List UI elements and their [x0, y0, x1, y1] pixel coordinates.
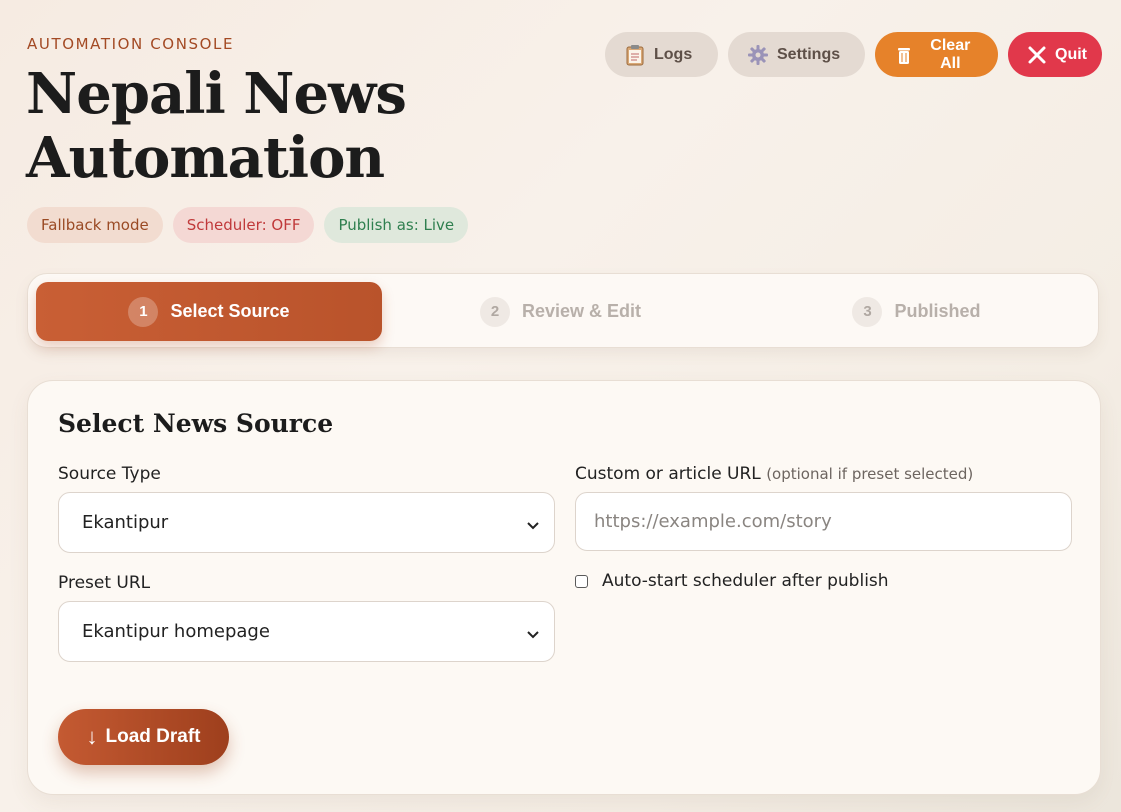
fallback-mode-badge: Fallback mode: [27, 207, 163, 243]
close-icon: [1027, 44, 1047, 66]
custom-url-hint: (optional if preset selected): [766, 465, 974, 483]
source-type-value: Ekantipur: [82, 512, 169, 533]
source-type-select[interactable]: Ekantipur: [58, 492, 555, 553]
clear-all-label: Clear All: [930, 36, 971, 72]
step-label: Review & Edit: [521, 301, 642, 321]
source-type-label: Source Type: [58, 464, 161, 484]
load-draft-label: Load Draft: [105, 726, 201, 747]
custom-url-label-text: Custom or article URL: [575, 464, 761, 484]
arrow-down-icon: ↓: [86, 724, 98, 749]
logs-button[interactable]: Logs: [605, 32, 718, 77]
publish-mode-badge: Publish as: Live: [324, 207, 469, 243]
preset-url-label: Preset URL: [58, 573, 151, 593]
auto-start-label: Auto-start scheduler after publish: [602, 571, 889, 591]
top-actions: Logs Settings Clear All Quit: [605, 32, 1102, 77]
quit-label: Quit: [1055, 45, 1087, 63]
quit-button[interactable]: Quit: [1008, 32, 1102, 77]
auto-start-checkbox[interactable]: [575, 574, 588, 588]
step-label: Select Source: [170, 301, 290, 321]
auto-start-row: Auto-start scheduler after publish: [575, 571, 889, 591]
page-title-line-1: Nepali News: [26, 61, 407, 127]
workflow-stepper: 1 Select Source 2 Review & Edit 3 Publis…: [27, 273, 1099, 348]
source-form-card: Select News Source Source Type Ekantipur…: [27, 380, 1101, 795]
trash-icon: [894, 44, 914, 66]
status-badges: Fallback mode Scheduler: OFF Publish as:…: [27, 207, 469, 243]
step-number: 3: [852, 296, 883, 327]
settings-button[interactable]: Settings: [728, 32, 865, 77]
scheduler-status-badge: Scheduler: OFF: [172, 207, 315, 243]
preset-url-select[interactable]: Ekantipur homepage: [58, 601, 555, 662]
logs-label: Logs: [654, 45, 693, 63]
chevron-down-icon: [526, 516, 540, 530]
step-number: 2: [479, 296, 510, 327]
custom-url-input[interactable]: [575, 492, 1072, 551]
custom-url-label: Custom or article URL (optional if prese…: [575, 464, 973, 484]
app-eyebrow: AUTOMATION CONSOLE: [27, 35, 235, 53]
step-published[interactable]: 3 Published: [739, 282, 1094, 341]
step-number: 1: [128, 296, 159, 327]
clipboard-icon: [624, 44, 646, 66]
step-review-edit[interactable]: 2 Review & Edit: [382, 282, 739, 341]
gear-icon: [747, 44, 769, 66]
page-title: Nepali News Automation: [26, 61, 407, 191]
page-title-line-2: Automation: [26, 125, 385, 191]
step-select-source[interactable]: 1 Select Source: [36, 282, 382, 341]
chevron-down-icon: [526, 625, 540, 639]
step-label: Published: [894, 301, 981, 321]
preset-url-value: Ekantipur homepage: [82, 621, 270, 642]
card-title: Select News Source: [58, 409, 334, 438]
settings-label: Settings: [777, 45, 841, 63]
clear-all-button[interactable]: Clear All: [875, 32, 998, 77]
load-draft-button[interactable]: ↓ Load Draft: [58, 709, 229, 765]
